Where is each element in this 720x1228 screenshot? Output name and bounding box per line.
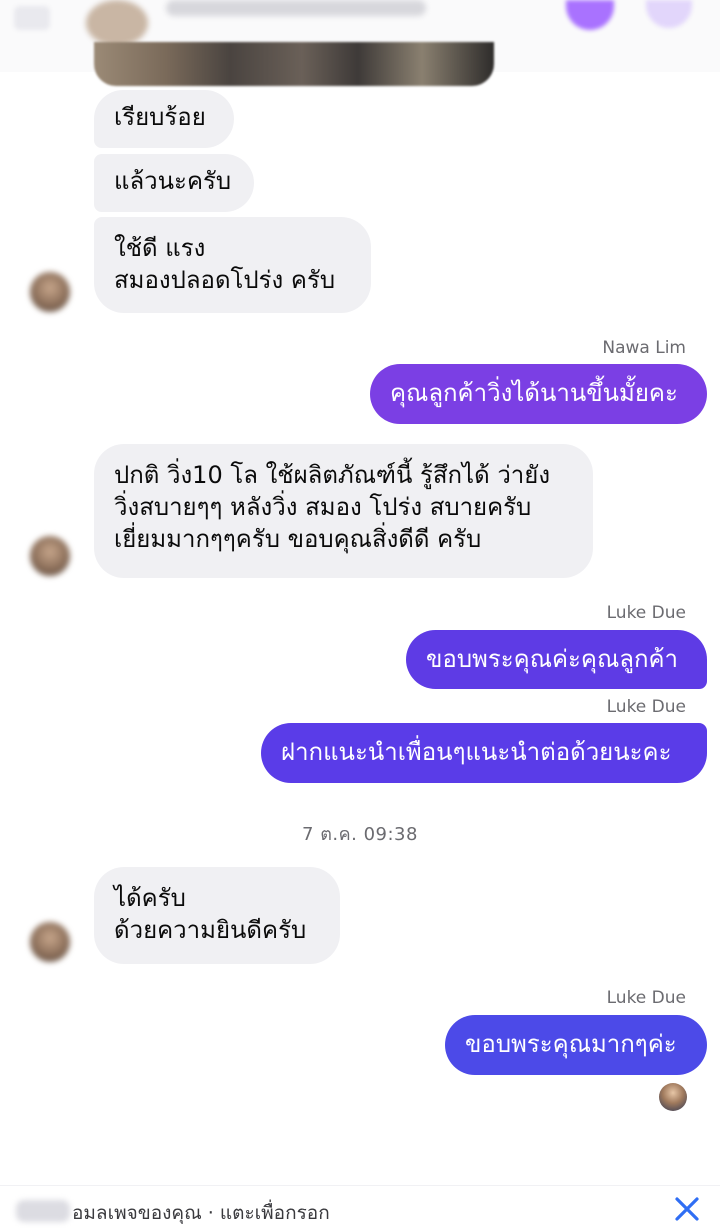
- video-call-button[interactable]: [646, 0, 692, 28]
- outgoing-message[interactable]: ฝากแนะนำเพื่อนๆแนะนำต่อด้วยนะคะ: [261, 723, 707, 783]
- composer-icon-blurred[interactable]: [16, 1200, 70, 1222]
- outgoing-message[interactable]: คุณลูกค้าวิ่งได้นานขึ้นมั้ยคะ: [370, 364, 707, 424]
- message-timestamp: 7 ต.ค. 09:38: [302, 824, 418, 845]
- back-button[interactable]: [14, 6, 50, 30]
- outgoing-message[interactable]: ขอบพระคุณค่ะคุณลูกค้า: [406, 630, 707, 689]
- incoming-message[interactable]: ปกติ วิ่ง10 โล ใช้ผลิตภัณฑ์นี้ รู้สึกได้…: [94, 444, 593, 578]
- shared-photo[interactable]: [94, 42, 494, 86]
- contact-avatar-small[interactable]: [30, 922, 70, 962]
- read-receipt-avatar: [659, 1083, 687, 1111]
- composer-bar[interactable]: อมลเพจของคุณ · แตะเพื่อกรอก: [0, 1185, 720, 1226]
- sender-name: Luke Due: [606, 603, 686, 623]
- close-icon[interactable]: [672, 1194, 702, 1224]
- sender-name: Luke Due: [606, 697, 686, 717]
- incoming-message[interactable]: แล้วนะครับ: [94, 154, 254, 212]
- sender-name: Nawa Lim: [602, 338, 686, 358]
- outgoing-message[interactable]: ขอบพระคุณมากๆค่ะ: [445, 1015, 707, 1075]
- contact-avatar-small[interactable]: [30, 536, 70, 576]
- incoming-message[interactable]: ใช้ดี แรง สมองปลอดโปร่ง ครับ: [94, 217, 371, 313]
- incoming-message[interactable]: ได้ครับ ด้วยความยินดีครับ: [94, 867, 340, 964]
- call-button[interactable]: [566, 0, 614, 30]
- incoming-message[interactable]: เรียบร้อย: [94, 90, 234, 148]
- contact-name-blurred[interactable]: [166, 0, 426, 16]
- composer-hint[interactable]: อมลเพจของคุณ · แตะเพื่อกรอก: [72, 1198, 330, 1228]
- contact-avatar[interactable]: [86, 0, 148, 46]
- sender-name: Luke Due: [606, 988, 686, 1008]
- contact-avatar-small[interactable]: [30, 272, 70, 312]
